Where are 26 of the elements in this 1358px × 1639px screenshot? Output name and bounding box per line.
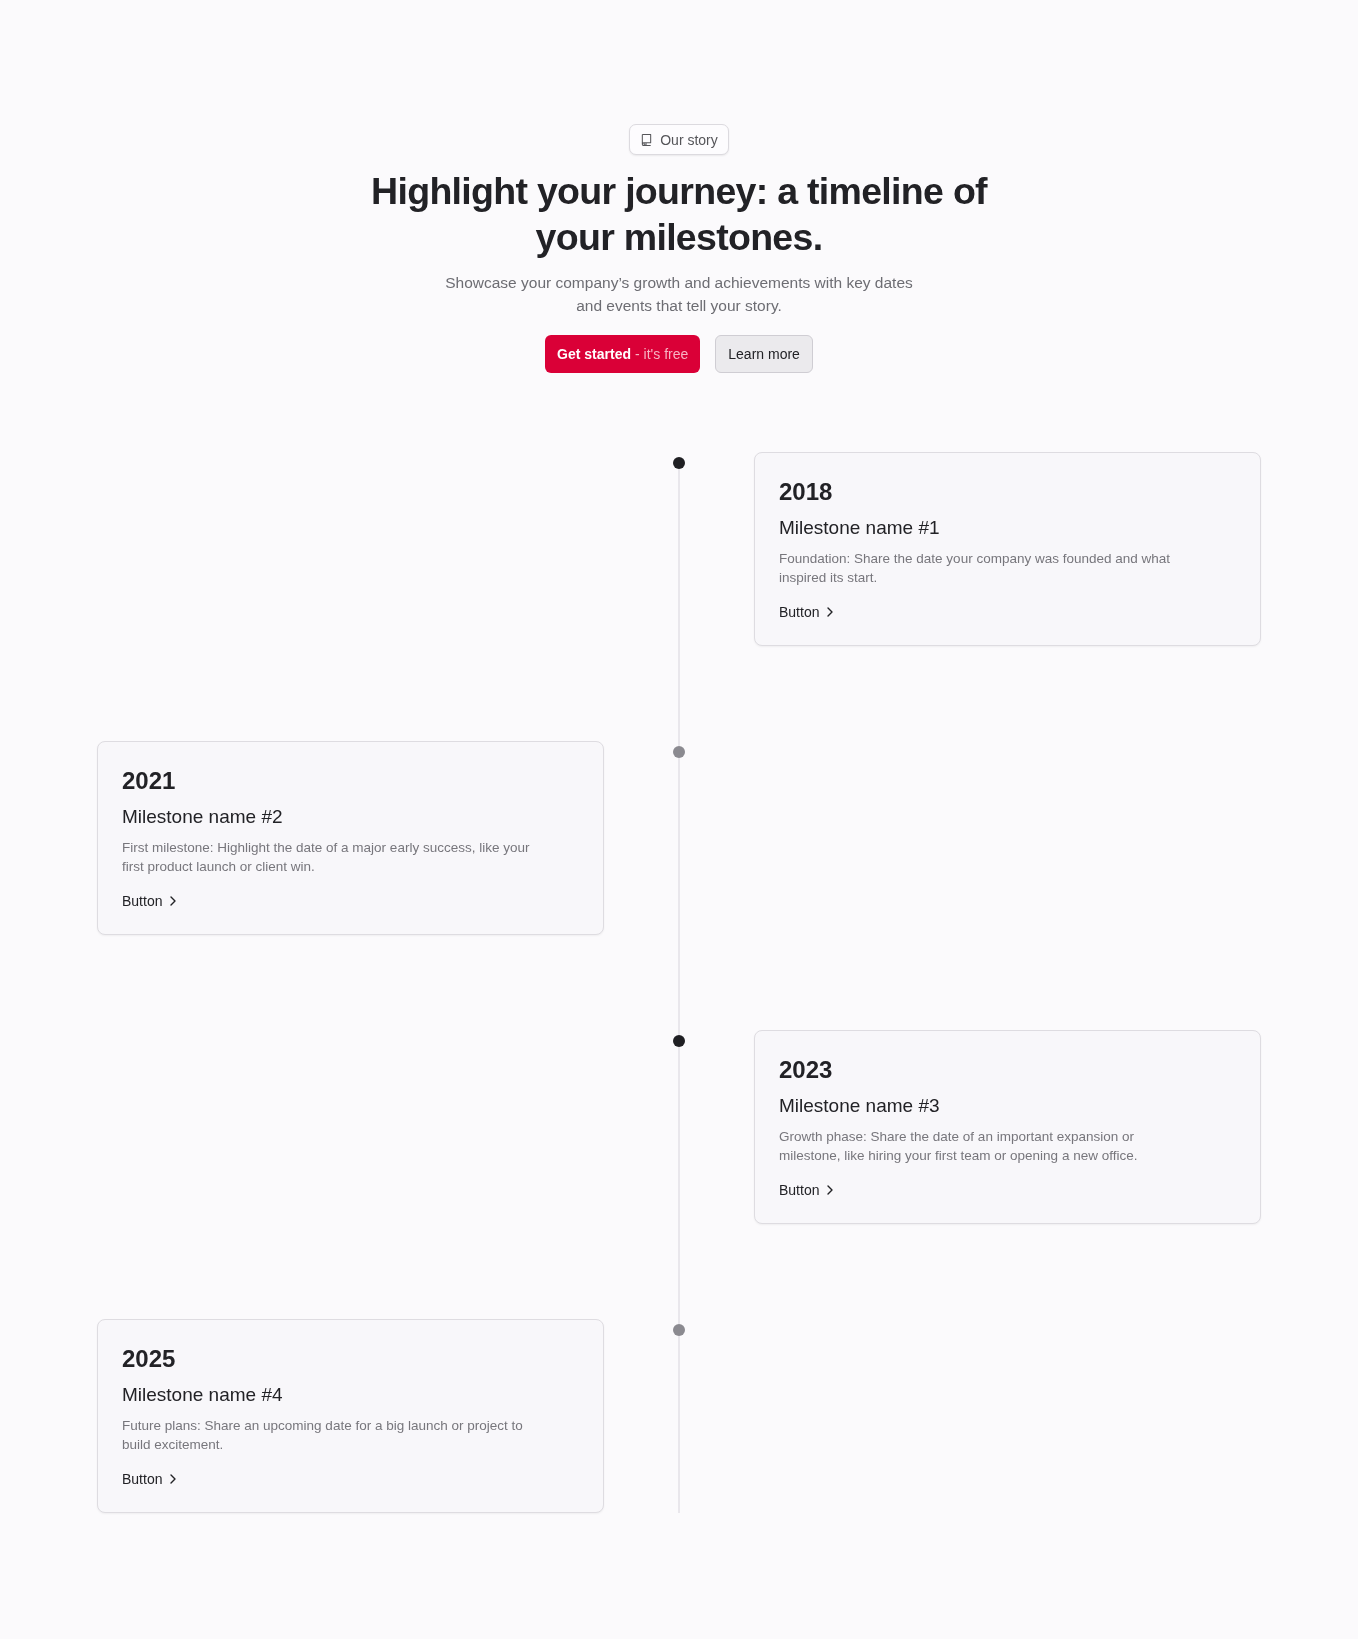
milestone-title: Milestone name #2: [122, 805, 284, 829]
milestone-year: 2021: [122, 766, 177, 796]
section-tag-text: Our story: [660, 131, 718, 148]
milestone-year: 2018: [779, 477, 834, 507]
milestone-description: Growth phase: Share the date of an important expansion or milestone, like hiring your first team or opening a new office.: [779, 1128, 1139, 1165]
milestone-link[interactable]: Button: [779, 1180, 834, 1200]
hero-subtitle: Showcase your company’s growth and achievements with key dates and events that tell your story.: [444, 273, 914, 316]
milestone-year: 2023: [779, 1055, 834, 1085]
milestone-year: 2025: [122, 1344, 177, 1374]
milestone-title: Milestone name #3: [779, 1094, 941, 1118]
hero-title: Highlight your journey: a timeline of your milestones.: [370, 169, 989, 260]
chevron-right-icon: [827, 607, 834, 617]
milestone-link[interactable]: Button: [122, 891, 177, 911]
milestone-link[interactable]: Button: [779, 602, 834, 622]
chevron-right-icon: [827, 1185, 834, 1195]
milestone-description: Future plans: Share an upcoming date for a big launch or project to build excitement.: [122, 1417, 524, 1454]
milestone-description: Foundation: Share the date your company was founded and what inspired its start.: [779, 550, 1171, 587]
chevron-right-icon: [170, 896, 177, 906]
get-started-button[interactable]: Get started - it's free: [545, 335, 701, 373]
chevron-right-icon: [170, 1474, 177, 1484]
milestone-description: First milestone: Highlight the date of a major early success, like your first product launch or client win.: [122, 839, 531, 876]
book-icon: [640, 133, 654, 146]
milestone-title: Milestone name #4: [122, 1383, 284, 1407]
milestone-link[interactable]: Button: [122, 1469, 177, 1489]
learn-more-button[interactable]: Learn more: [715, 335, 813, 373]
milestone-title: Milestone name #1: [779, 516, 941, 540]
